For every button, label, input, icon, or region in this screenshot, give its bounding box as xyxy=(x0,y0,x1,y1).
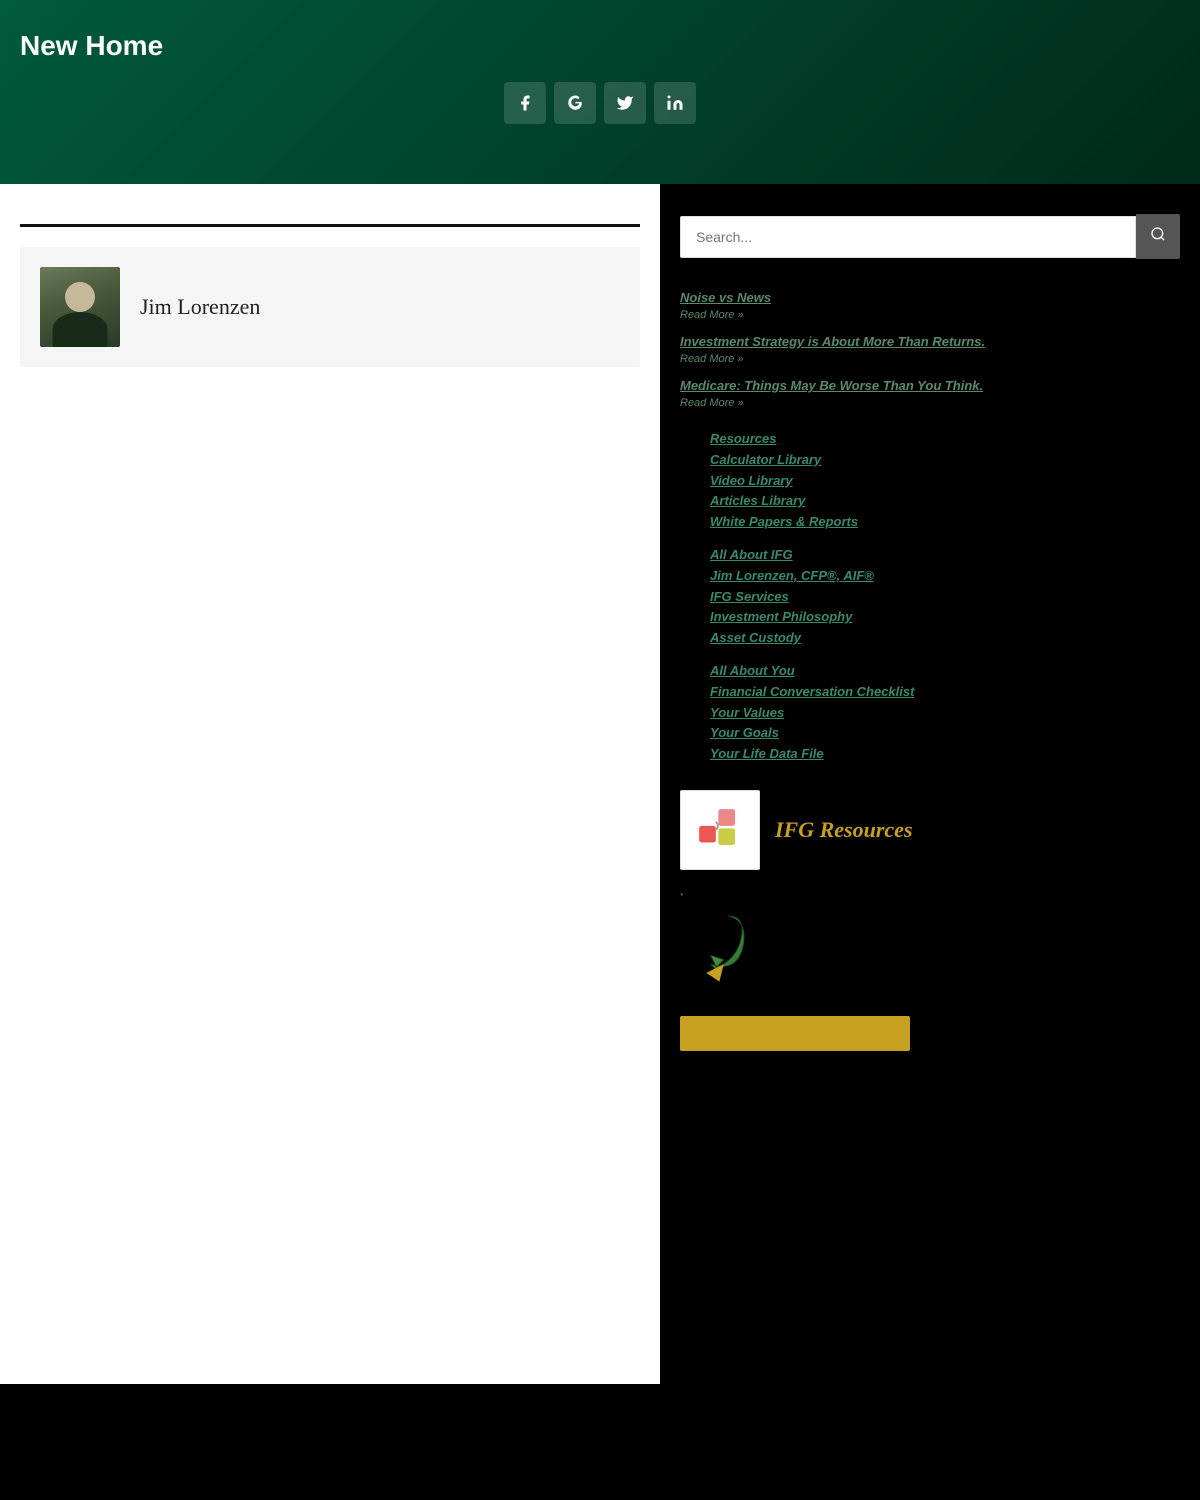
nav-link-calculator[interactable]: Calculator Library xyxy=(710,450,1180,471)
nav-link-all-about-ifg[interactable]: All About IFG xyxy=(710,545,1180,566)
content-inner: Jim Lorenzen xyxy=(20,224,640,367)
nav-section-resources: Resources Calculator Library Video Libra… xyxy=(710,429,1180,533)
nav-link-asset-custody[interactable]: Asset Custody xyxy=(710,628,1180,649)
page-title: New Home xyxy=(20,30,1180,62)
author-card: Jim Lorenzen xyxy=(20,247,640,367)
read-more-3[interactable]: Read More » xyxy=(680,397,1180,409)
nav-link-financial-checklist[interactable]: Financial Conversation Checklist xyxy=(710,682,1180,703)
nav-link-life-data[interactable]: Your Life Data File xyxy=(710,744,1180,765)
separator-dot: • xyxy=(680,890,1180,901)
google-plus-icon[interactable] xyxy=(554,82,596,124)
nav-link-your-values[interactable]: Your Values xyxy=(710,703,1180,724)
read-more-2[interactable]: Read More » xyxy=(680,353,1180,365)
nav-link-your-goals[interactable]: Your Goals xyxy=(710,723,1180,744)
nav-link-video[interactable]: Video Library xyxy=(710,471,1180,492)
nav-link-resources[interactable]: Resources xyxy=(710,429,1180,450)
main-container: Jim Lorenzen Noise vs News Read More » I… xyxy=(0,184,1200,1384)
recent-post-title-2[interactable]: Investment Strategy is About More Than R… xyxy=(680,334,985,349)
ifg-resources-title[interactable]: IFG Resources xyxy=(775,817,913,843)
author-name: Jim Lorenzen xyxy=(140,294,260,320)
nav-link-all-about-you[interactable]: All About You xyxy=(710,661,1180,682)
avatar xyxy=(40,267,120,347)
sidebar: Noise vs News Read More » Investment Str… xyxy=(660,184,1200,1384)
twitter-icon[interactable] xyxy=(604,82,646,124)
page-header: New Home xyxy=(0,0,1200,184)
gold-bar xyxy=(680,1016,910,1051)
nav-section-about-you: All About You Financial Conversation Che… xyxy=(710,661,1180,765)
read-more-1[interactable]: Read More » xyxy=(680,309,1180,321)
nav-link-whitepapers[interactable]: White Papers & Reports xyxy=(710,512,1180,533)
ifg-resources-widget: IFG Resources xyxy=(680,790,1180,870)
search-box xyxy=(680,214,1180,259)
content-area: Jim Lorenzen xyxy=(0,184,660,1384)
nav-section-about-ifg: All About IFG Jim Lorenzen, CFP®, AIF® I… xyxy=(710,545,1180,649)
nav-link-ifg-services[interactable]: IFG Services xyxy=(710,587,1180,608)
recent-posts: Noise vs News Read More » Investment Str… xyxy=(680,289,1180,409)
avatar-image xyxy=(40,267,120,347)
arrow-icon-container xyxy=(680,906,760,996)
nav-link-articles[interactable]: Articles Library xyxy=(710,491,1180,512)
recent-post-2: Investment Strategy is About More Than R… xyxy=(680,333,1180,365)
facebook-icon[interactable] xyxy=(504,82,546,124)
social-icons-bar xyxy=(20,82,1180,124)
recent-post-title-3[interactable]: Medicare: Things May Be Worse Than You T… xyxy=(680,378,983,393)
recent-post-3: Medicare: Things May Be Worse Than You T… xyxy=(680,377,1180,409)
linkedin-icon[interactable] xyxy=(654,82,696,124)
sidebar-bottom xyxy=(680,1016,1180,1051)
nav-link-investment-philosophy[interactable]: Investment Philosophy xyxy=(710,607,1180,628)
arrow-icon xyxy=(680,906,750,996)
recent-post-title-1[interactable]: Noise vs News xyxy=(680,290,771,305)
nav-resources: Resources Calculator Library Video Libra… xyxy=(710,429,1180,765)
search-input[interactable] xyxy=(680,216,1136,258)
ifg-resources-thumbnail xyxy=(680,790,760,870)
search-button[interactable] xyxy=(1136,214,1180,259)
recent-post-1: Noise vs News Read More » xyxy=(680,289,1180,321)
nav-link-jim-lorenzen[interactable]: Jim Lorenzen, CFP®, AIF® xyxy=(710,566,1180,587)
